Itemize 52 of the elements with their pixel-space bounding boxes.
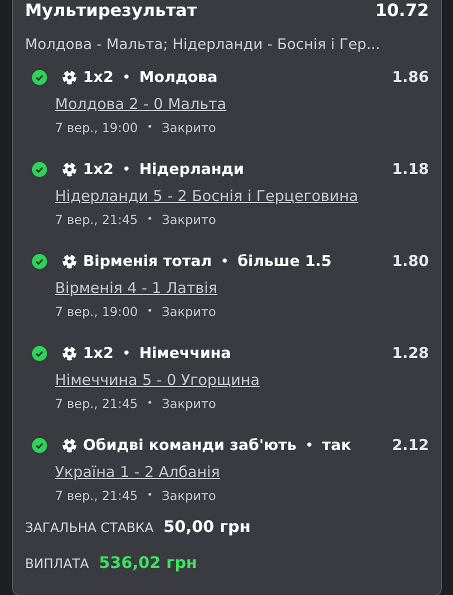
selection: Нідерланди — [139, 160, 244, 178]
separator-dot: • — [146, 306, 153, 317]
match-link[interactable]: Німеччина 5 - 0 Угорщина — [55, 371, 260, 389]
separator-dot: • — [146, 122, 153, 133]
match-link[interactable]: Вірменія 4 - 1 Латвія — [55, 279, 218, 297]
separator-dot: • — [146, 214, 153, 225]
separator-dot: • — [146, 398, 153, 409]
events-summary: Молдова - Мальта; Нідерланди - Боснія і Гер... — [25, 37, 382, 53]
leg-odds: 1.28 — [392, 344, 429, 362]
match-link[interactable]: Україна 1 - 2 Албанія — [55, 463, 220, 481]
separator-dot: • — [305, 438, 314, 452]
separator-dot: • — [122, 346, 130, 360]
football-icon — [62, 254, 77, 268]
selection: Німеччина — [139, 344, 231, 362]
match-link[interactable]: Нідерланди 5 - 2 Боснія і Герцеговина — [55, 187, 358, 205]
leg-odds: 1.18 — [392, 160, 429, 178]
separator-dot: • — [220, 254, 229, 268]
match-status: Закрито — [162, 304, 216, 319]
match-time: 7 вер., 21:45 — [55, 396, 138, 411]
separator-dot: • — [122, 162, 130, 176]
football-icon — [62, 346, 77, 360]
stake-label: ЗАГАЛЬНА СТАВКА — [25, 521, 154, 536]
match-time: 7 вер., 19:00 — [55, 120, 138, 135]
market-name: Обидві команди заб'ють — [83, 436, 296, 454]
match-link[interactable]: Молдова 2 - 0 Мальта — [55, 95, 226, 113]
selection: більше 1.5 — [238, 252, 332, 270]
leg-odds: 2.12 — [392, 436, 429, 454]
market-name: 1x2 — [83, 344, 114, 362]
match-time: 7 вер., 21:45 — [55, 488, 138, 503]
football-icon — [62, 438, 77, 452]
market-name: 1x2 — [83, 160, 114, 178]
football-icon — [62, 70, 77, 84]
match-time: 7 вер., 21:45 — [55, 212, 138, 227]
stake-amount: 50,00 грн — [164, 517, 251, 536]
bet-title: Мультирезультат — [25, 1, 198, 21]
market-name: Вірменія тотал — [83, 252, 212, 270]
leg-odds: 1.86 — [392, 68, 429, 86]
payout-amount: 536,02 грн — [98, 553, 198, 572]
leg-odds: 1.80 — [392, 252, 429, 270]
separator-dot: • — [122, 70, 130, 84]
total-odds: 10.72 — [375, 1, 429, 21]
separator-dot: • — [146, 490, 153, 501]
market-name: 1x2 — [83, 68, 114, 86]
match-status: Закрито — [162, 120, 216, 135]
match-status: Закрито — [162, 488, 216, 503]
selection: так — [322, 436, 352, 454]
payout-label: ВИПЛАТА — [25, 557, 89, 572]
match-status: Закрито — [162, 396, 216, 411]
match-status: Закрито — [162, 212, 216, 227]
football-icon — [62, 162, 77, 176]
selection: Молдова — [139, 68, 218, 86]
match-time: 7 вер., 19:00 — [55, 304, 138, 319]
